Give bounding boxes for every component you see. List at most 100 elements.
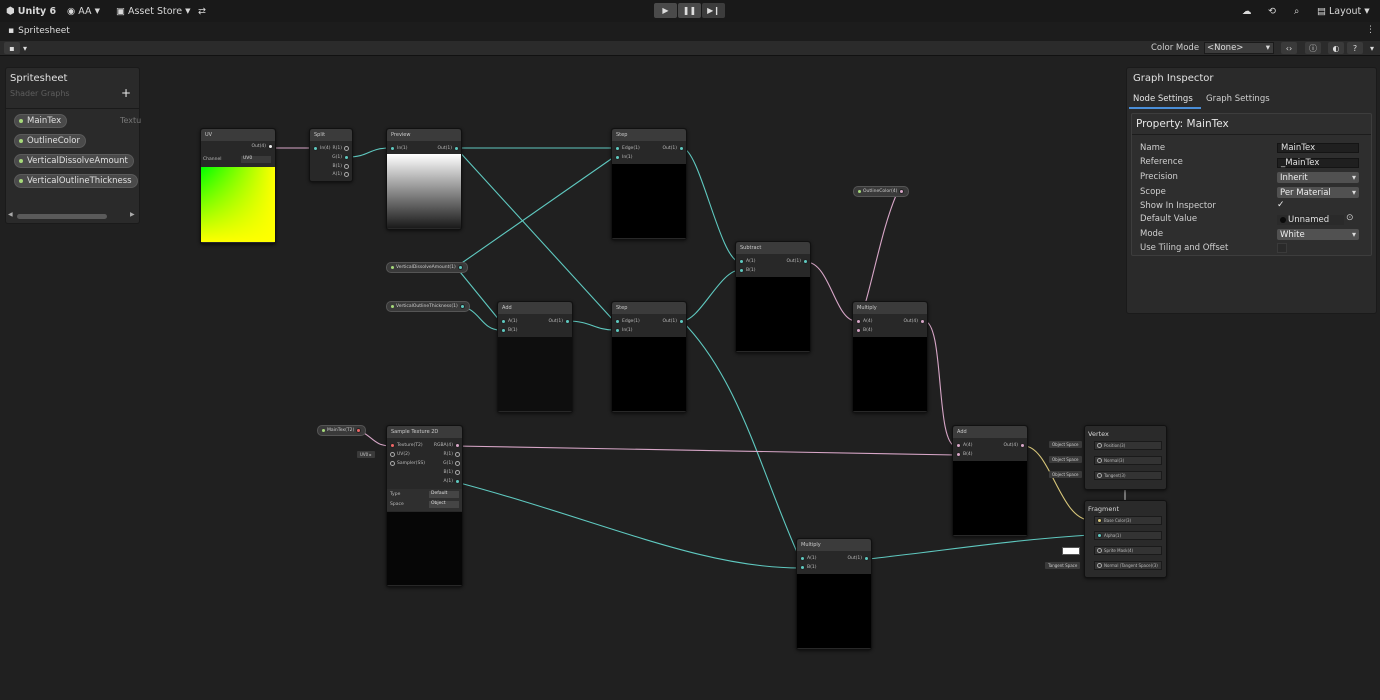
port-dot[interactable] — [344, 146, 349, 151]
fragment-context[interactable]: Fragment Base Color(3) Alpha(1) Sprite M… — [1084, 500, 1167, 578]
port-out[interactable]: Out(1) — [662, 319, 684, 324]
port-dot[interactable] — [390, 443, 395, 448]
name-field[interactable]: MainTex — [1277, 143, 1359, 153]
node-step-2[interactable]: Step Edge(1) In(1) Out(1) — [611, 301, 687, 413]
port-dot[interactable] — [920, 319, 925, 324]
blackboard-property-maintex[interactable]: MainTex — [14, 114, 68, 128]
node-subtract[interactable]: Subtract A(1) B(1) Out(1) — [735, 241, 811, 353]
port-dot[interactable] — [1097, 443, 1102, 448]
port-dot[interactable] — [501, 319, 506, 324]
port-dot[interactable] — [390, 146, 395, 151]
horizontal-scrollbar[interactable]: ◀ ▶ — [8, 211, 135, 220]
port-dot[interactable] — [1097, 473, 1102, 478]
node-preview-node[interactable]: Preview In(1) Out(1) — [386, 128, 462, 230]
port-dot[interactable] — [800, 565, 805, 570]
mode-dropdown[interactable]: White — [1277, 229, 1359, 240]
port-dot[interactable] — [803, 259, 808, 264]
port-out-b[interactable]: B(1) — [333, 164, 349, 169]
port-in-edge[interactable]: Edge(1) — [615, 146, 640, 151]
port-out-a[interactable]: A(1) — [444, 479, 460, 484]
port-in-edge[interactable]: Edge(1) — [615, 319, 640, 324]
port-dot[interactable] — [390, 461, 395, 466]
port-in-a[interactable]: A(1) — [501, 319, 517, 324]
property-node-outlinecolor[interactable]: OutlineColor(4) — [853, 186, 910, 197]
port-dot[interactable] — [899, 189, 905, 194]
port-in[interactable]: In(1) — [390, 146, 408, 151]
port-dot[interactable] — [1097, 518, 1102, 523]
port-dot[interactable] — [313, 146, 318, 151]
port-dot[interactable] — [679, 146, 684, 151]
port-dot[interactable] — [268, 144, 273, 149]
channel-dropdown[interactable]: UV0 — [241, 156, 271, 163]
port-dot[interactable] — [344, 155, 349, 160]
port-in-a[interactable]: A(4) — [856, 319, 872, 324]
port-in-in[interactable]: In(1) — [615, 155, 633, 160]
port-out-b[interactable]: B(1) — [444, 470, 460, 475]
property-node-dissolve[interactable]: VerticalDissolveAmount(1) — [386, 262, 468, 273]
port-dot[interactable] — [455, 443, 460, 448]
port-dot[interactable] — [1020, 443, 1025, 448]
port-dot[interactable] — [1097, 533, 1102, 538]
port-dot[interactable] — [739, 259, 744, 264]
port-dot[interactable] — [501, 328, 506, 333]
property-node-maintex[interactable]: MainTex(T2) — [317, 425, 367, 436]
fragment-slot-normal[interactable]: Normal (Tangent Space)(3) — [1094, 561, 1162, 570]
vertex-slot-normal[interactable]: Normal(3) — [1094, 456, 1162, 465]
port-in-b[interactable]: B(4) — [956, 452, 972, 457]
port-dot[interactable] — [1097, 458, 1102, 463]
show-in-inspector-checkbox[interactable]: ✓ — [1277, 200, 1285, 210]
node-multiply-1[interactable]: Multiply A(4) B(4) Out(4) — [852, 301, 928, 413]
tab-graph-settings[interactable]: Graph Settings — [1206, 92, 1270, 107]
port-dot[interactable] — [856, 328, 861, 333]
port-dot[interactable] — [356, 428, 362, 433]
reference-field[interactable]: _MainTex — [1277, 158, 1359, 168]
port-out-g[interactable]: G(1) — [332, 155, 349, 160]
port-dot[interactable] — [1097, 563, 1102, 568]
port-in-b[interactable]: B(1) — [800, 565, 816, 570]
port-out[interactable]: Out(1) — [437, 146, 459, 151]
node-add-2[interactable]: Add A(4) B(4) Out(4) — [952, 425, 1028, 537]
port-dot[interactable] — [856, 319, 861, 324]
port-dot[interactable] — [615, 328, 620, 333]
port-in-b[interactable]: B(1) — [501, 328, 517, 333]
tangent-space-input[interactable]: Object Space — [1049, 471, 1082, 478]
port-in-texture[interactable]: Texture(T2) — [390, 443, 423, 448]
port-dot[interactable] — [455, 461, 460, 466]
scroll-left-icon[interactable]: ◀ — [8, 211, 13, 218]
port-dot[interactable] — [455, 470, 460, 475]
port-dot[interactable] — [455, 452, 460, 457]
vertex-slot-tangent[interactable]: Tangent(3) — [1094, 471, 1162, 480]
port-dot[interactable] — [800, 556, 805, 561]
port-out[interactable]: Out(1) — [847, 556, 869, 561]
port-dot[interactable] — [455, 479, 460, 484]
port-in-sampler[interactable]: Sampler(SS) — [390, 461, 425, 466]
port-out[interactable]: Out(4) — [1003, 443, 1025, 448]
port-dot[interactable] — [615, 319, 620, 324]
default-value-field[interactable]: Unnamed — [1277, 215, 1344, 225]
port-in-a[interactable]: A(1) — [800, 556, 816, 561]
blackboard-property-thickness[interactable]: VerticalOutlineThickness — [14, 174, 138, 188]
port-dot[interactable] — [344, 172, 349, 177]
port-in-uv[interactable]: UV(2) — [390, 452, 410, 457]
type-dropdown[interactable]: Default — [429, 491, 459, 498]
node-sample-texture-2d[interactable]: Sample Texture 2D Texture(T2) UV(2) Samp… — [386, 425, 463, 587]
property-node-thickness[interactable]: VerticalOutlineThickness(1) — [386, 301, 470, 312]
port-dot[interactable] — [454, 146, 459, 151]
port-dot[interactable] — [457, 265, 463, 270]
space-dropdown[interactable]: Object — [429, 501, 459, 508]
fragment-slot-alpha[interactable]: Alpha(1) — [1094, 531, 1162, 540]
port-out[interactable]: Out(1) — [786, 259, 808, 264]
blackboard-property-outlinecolor[interactable]: OutlineColor — [14, 134, 86, 148]
port-dot[interactable] — [679, 319, 684, 324]
port-in-in[interactable]: In(1) — [615, 328, 633, 333]
add-property-button[interactable]: + — [121, 86, 131, 100]
vertex-context[interactable]: Vertex Position(3) Normal(3) Tangent(3) — [1084, 425, 1167, 490]
fragment-slot-basecolor[interactable]: Base Color(3) — [1094, 516, 1162, 525]
node-add-1[interactable]: Add A(1) B(1) Out(1) — [497, 301, 573, 413]
port-out[interactable]: Out(1) — [548, 319, 570, 324]
port-dot[interactable] — [864, 556, 869, 561]
port-in[interactable]: In(4) — [313, 146, 331, 151]
port-out-a[interactable]: A(1) — [333, 172, 349, 177]
blackboard-property-dissolve[interactable]: VerticalDissolveAmount — [14, 154, 134, 168]
uv-channel-input[interactable]: UV0 ▸ — [357, 451, 375, 458]
